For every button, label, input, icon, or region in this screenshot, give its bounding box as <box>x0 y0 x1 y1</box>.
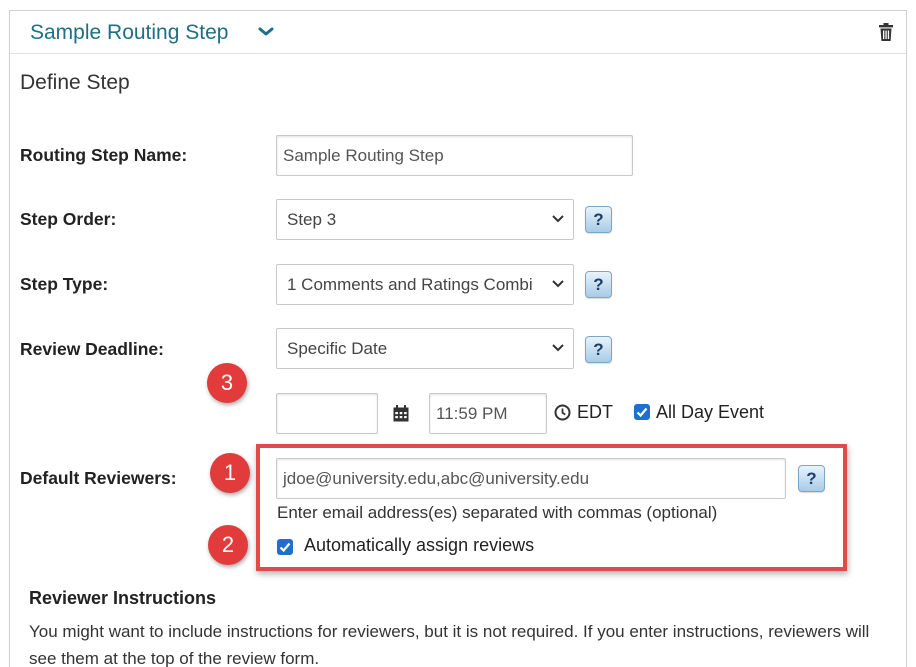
step-order-value: Step 3 <box>287 210 337 229</box>
callout-badge-3: 3 <box>207 363 247 403</box>
auto-assign-label[interactable]: Automatically assign reviews <box>304 535 534 556</box>
chevron-down-icon[interactable] <box>257 25 275 39</box>
all-day-event-label[interactable]: All Day Event <box>656 402 764 423</box>
chevron-down-icon <box>552 215 564 223</box>
default-reviewers-hint: Enter email address(es) separated with c… <box>277 503 718 522</box>
timezone-label: EDT <box>577 402 613 422</box>
all-day-event-checkbox[interactable] <box>634 404 650 420</box>
review-deadline-label: Review Deadline: <box>20 339 164 359</box>
step-order-help-button[interactable]: ? <box>585 206 612 233</box>
clock-icon <box>554 404 571 421</box>
step-order-select[interactable]: Step 3 <box>276 199 574 240</box>
reviewer-instructions-title: Reviewer Instructions <box>29 588 217 608</box>
step-type-label: Step Type: <box>20 274 109 294</box>
trash-icon[interactable] <box>878 23 894 41</box>
default-reviewers-label: Default Reviewers: <box>20 468 177 488</box>
calendar-icon[interactable] <box>393 405 409 422</box>
routing-step-name-label: Routing Step Name: <box>20 145 188 165</box>
default-reviewers-input[interactable]: jdoe@university.edu,abc@university.edu <box>276 458 786 499</box>
callout-badge-2: 2 <box>208 525 248 565</box>
review-deadline-value: Specific Date <box>287 339 388 358</box>
panel-header: Sample Routing Step <box>10 11 906 54</box>
panel-title: Sample Routing Step <box>30 21 229 44</box>
step-type-help-button[interactable]: ? <box>585 271 612 298</box>
review-deadline-select[interactable]: Specific Date <box>276 328 574 369</box>
section-heading: Define Step <box>20 71 130 94</box>
reviewer-instructions-text: You might want to include instructions f… <box>29 622 870 667</box>
default-reviewers-help-button[interactable]: ? <box>798 465 825 492</box>
deadline-date-input[interactable] <box>276 393 378 434</box>
routing-step-name-input[interactable]: Sample Routing Step <box>276 135 633 176</box>
auto-assign-checkbox[interactable] <box>277 539 293 555</box>
step-type-select[interactable]: 1 Comments and Ratings Combi <box>276 264 574 305</box>
callout-badge-1: 1 <box>210 453 250 493</box>
review-deadline-help-button[interactable]: ? <box>585 336 612 363</box>
step-order-label: Step Order: <box>20 209 117 229</box>
chevron-down-icon <box>552 344 564 352</box>
step-type-value: 1 Comments and Ratings Combi <box>287 275 533 294</box>
chevron-down-icon <box>552 280 564 288</box>
deadline-time-input[interactable]: 11:59 PM <box>429 393 547 434</box>
